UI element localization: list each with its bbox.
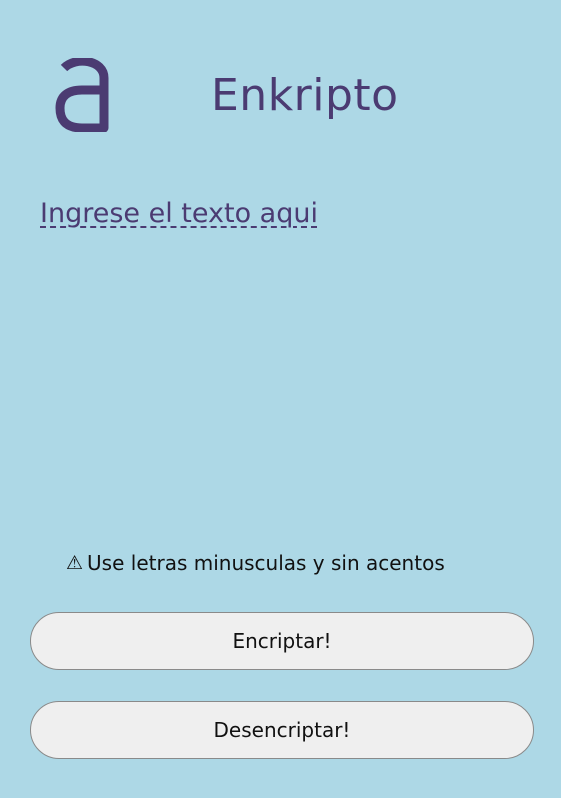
notice-text: Use letras minusculas y sin acentos [87,551,445,575]
app-title: Enkripto [211,70,399,121]
stylized-a-logo-icon [55,56,109,133]
encrypt-button[interactable]: Encriptar! [30,612,534,670]
decrypt-button[interactable]: Desencriptar! [30,701,534,759]
logo [54,56,110,133]
notice-message: ⚠ Use letras minusculas y sin acentos [66,550,445,576]
text-input[interactable] [40,192,530,512]
warning-triangle-icon: ⚠ [66,552,84,574]
